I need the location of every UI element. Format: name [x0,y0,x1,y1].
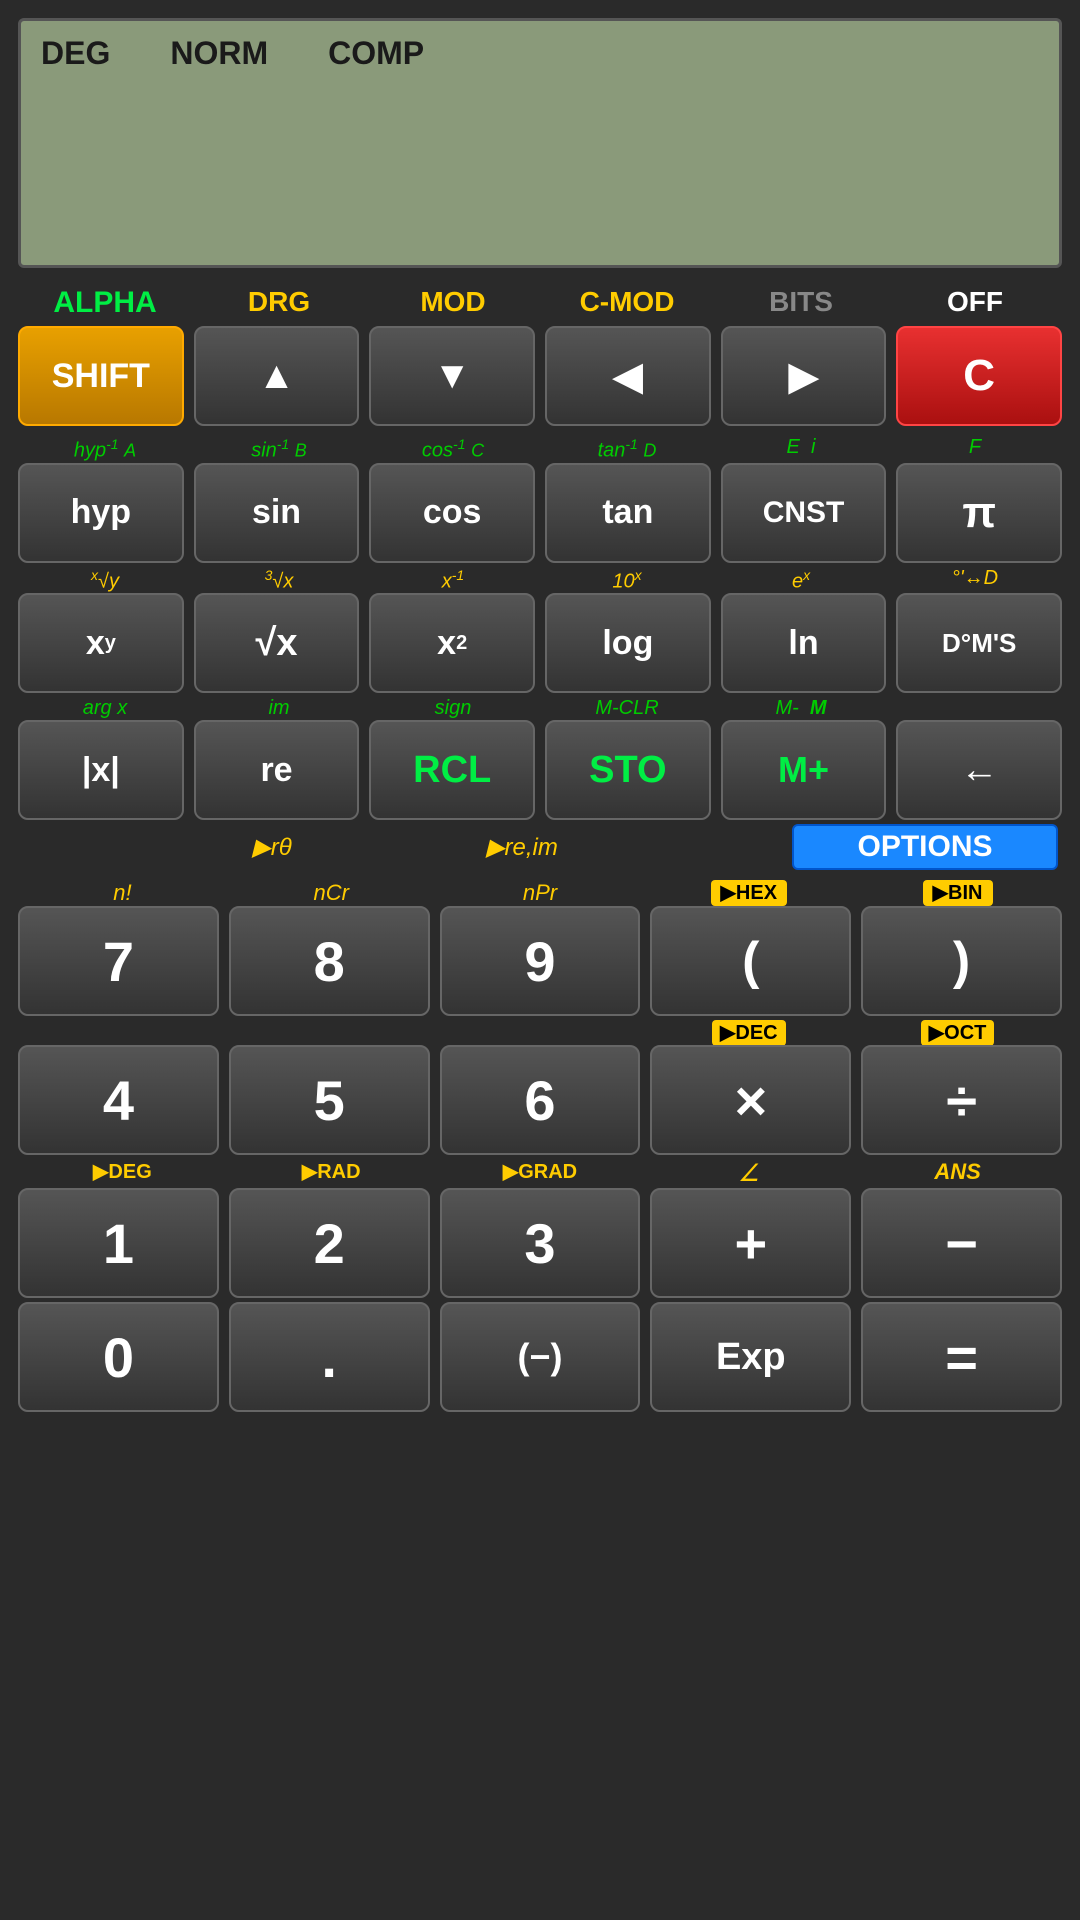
status-norm: NORM [170,35,268,72]
up-arrow-button[interactable]: ▲ [194,326,360,426]
tan-button[interactable]: tan [545,463,711,563]
shift-button[interactable]: SHIFT [18,326,184,426]
oct-label: ▶OCT [853,1020,1062,1045]
m-label-blank [888,697,1062,720]
rtheta-label: ▶rθ [157,833,387,862]
three-button[interactable]: 3 [440,1188,641,1298]
im-label: im [192,697,366,720]
calculator-display: DEG NORM COMP [18,18,1062,268]
absx-button[interactable]: |x| [18,720,184,820]
angle-label: ∠ [644,1159,853,1188]
sign-label: sign [366,697,540,720]
plus-button[interactable]: + [650,1188,851,1298]
xvy-label: x√y [18,567,192,594]
bin-label: ▶BIN [853,880,1062,906]
xinv-label: x-1 [366,567,540,594]
right-arrow-button[interactable]: ▶ [721,326,887,426]
tenx-label: 10x [540,567,714,594]
seven-button[interactable]: 7 [18,906,219,1016]
drg-label: DRG [192,286,366,320]
grad-conv-label: ▶GRAD [436,1159,645,1188]
one-button[interactable]: 1 [18,1188,219,1298]
npr-label: nPr [436,880,645,906]
down-arrow-button[interactable]: ▼ [369,326,535,426]
reim-label: ▶re,im [407,833,637,862]
neg-button[interactable]: (−) [440,1302,641,1412]
left-arrow-button[interactable]: ◀ [545,326,711,426]
x2-button[interactable]: x2 [369,593,535,693]
minus-button[interactable]: − [861,1188,1062,1298]
lparen-button[interactable]: ( [650,906,851,1016]
mminus-label: M- M [714,697,888,720]
argx-label: arg x [18,697,192,720]
equals-button[interactable]: = [861,1302,1062,1412]
ans-label: ANS [853,1159,1062,1188]
multiply-button[interactable]: × [650,1045,851,1155]
backspace-button[interactable]: ← [896,720,1062,820]
pi-button[interactable]: π [896,463,1062,563]
hex-label: ▶HEX [644,880,853,906]
cos-button[interactable]: cos [369,463,535,563]
four-button[interactable]: 4 [18,1045,219,1155]
status-deg: DEG [41,35,110,72]
off-label: OFF [888,286,1062,320]
cnst-button[interactable]: CNST [721,463,887,563]
hyp-button[interactable]: hyp [18,463,184,563]
ex-label: ex [714,567,888,594]
e-label: E i [714,436,888,463]
ln-button[interactable]: ln [721,593,887,693]
alpha-label: ALPHA [18,286,192,320]
sqrtx-button[interactable]: √x [194,593,360,693]
tan-inv-label: tan-1 D [540,436,714,463]
clear-button[interactable]: C [896,326,1062,426]
dms-button[interactable]: D°M'S [896,593,1062,693]
sin-button[interactable]: sin [194,463,360,563]
rparen-button[interactable]: ) [861,906,1062,1016]
log-button[interactable]: log [545,593,711,693]
re-button[interactable]: re [194,720,360,820]
cmod-label: C-MOD [540,286,714,320]
mod-label: MOD [366,286,540,320]
dec-label: ▶DEC [644,1020,853,1045]
nfact-label: n! [18,880,227,906]
hyp-inv-label: hyp-1 A [18,436,192,463]
rcl-button[interactable]: RCL [369,720,535,820]
mplus-button[interactable]: M+ [721,720,887,820]
two-button[interactable]: 2 [229,1188,430,1298]
exp-button[interactable]: Exp [650,1302,851,1412]
status-comp: COMP [328,35,424,72]
rad-conv-label: ▶RAD [227,1159,436,1188]
six-button[interactable]: 6 [440,1045,641,1155]
f-label: F [888,436,1062,463]
eight-button[interactable]: 8 [229,906,430,1016]
bits-label: BITS [714,286,888,320]
sto-button[interactable]: STO [545,720,711,820]
ncr-label: nCr [227,880,436,906]
options-button[interactable]: OPTIONS [792,824,1058,870]
sin-inv-label: sin-1 B [192,436,366,463]
mclr-label: M-CLR [540,697,714,720]
five-button[interactable]: 5 [229,1045,430,1155]
xy-button[interactable]: xy [18,593,184,693]
cos-inv-label: cos-1 C [366,436,540,463]
deg-conv-label: ▶DEG [18,1159,227,1188]
dms-label: °'↔D [888,567,1062,594]
cbrtx-label: 3√x [192,567,366,594]
zero-button[interactable]: 0 [18,1302,219,1412]
nine-button[interactable]: 9 [440,906,641,1016]
divide-button[interactable]: ÷ [861,1045,1062,1155]
dot-button[interactable]: . [229,1302,430,1412]
